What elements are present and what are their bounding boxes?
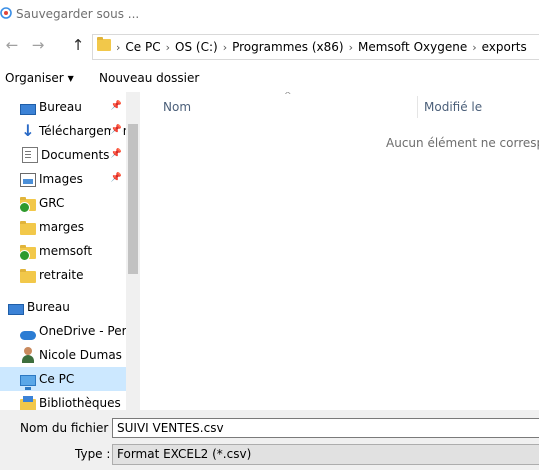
sidebar-item-label: GRC: [39, 196, 65, 210]
organize-button[interactable]: Organiser ▼: [5, 71, 74, 85]
this-pc-icon: [20, 374, 36, 390]
desktop-icon: [8, 303, 24, 315]
breadcrumb-item[interactable]: Ce PC: [121, 40, 164, 54]
folder-icon: [20, 221, 36, 235]
folder-icon: [20, 269, 36, 283]
pin-icon: 📌: [110, 125, 122, 135]
sidebar-item-label: Ce PC: [39, 372, 75, 386]
sidebar-item-grc[interactable]: GRC: [0, 191, 126, 215]
sidebar-item-label: Documents: [41, 148, 110, 162]
save-panel: Nom du fichier : Type : Format EXCEL2 (*…: [0, 410, 539, 470]
column-header-modified[interactable]: Modifié le: [424, 100, 482, 114]
breadcrumb-item[interactable]: OS (C:): [171, 40, 222, 54]
download-icon: ↓: [21, 121, 35, 140]
new-folder-button[interactable]: Nouveau dossier: [99, 71, 199, 85]
breadcrumb: › Ce PC › OS (C:) › Programmes (x86) › M…: [115, 35, 531, 59]
navigation-scrollbar-thumb[interactable]: [128, 124, 138, 274]
folder-icon: [97, 37, 111, 51]
forward-arrow-icon[interactable]: →: [30, 37, 46, 53]
sidebar-item-ce-pc[interactable]: Ce PC: [0, 367, 126, 391]
sidebar-item-telechargements[interactable]: ↓ Téléchargements 📌: [0, 119, 126, 143]
images-icon: [20, 173, 36, 187]
folder-synced-icon: [19, 197, 36, 213]
breadcrumb-item[interactable]: Programmes (x86): [228, 40, 348, 54]
sidebar-item-label: OneDrive - Personnel: [39, 324, 126, 338]
title-bar: Sauvegarder sous ...: [0, 0, 539, 30]
filename-input[interactable]: [112, 418, 539, 438]
pin-icon: 📌: [110, 149, 122, 159]
save-dialog-icon: [0, 7, 12, 19]
sidebar-item-onedrive[interactable]: OneDrive - Personnel: [0, 319, 126, 343]
sidebar-item-memsoft[interactable]: memsoft: [0, 239, 126, 263]
filetype-select[interactable]: Format EXCEL2 (*.csv): [112, 444, 539, 465]
pin-icon: 📌: [110, 173, 122, 183]
filetype-label: Type :: [75, 447, 111, 461]
file-list-pane[interactable]: ^ Nom Modifié le Aucun élément ne corres…: [141, 92, 539, 410]
organize-label: Organiser: [5, 71, 64, 85]
breadcrumb-item[interactable]: exports: [478, 40, 531, 54]
filename-label: Nom du fichier :: [20, 421, 117, 435]
chevron-down-icon: ▼: [67, 74, 74, 83]
empty-folder-message: Aucun élément ne correspond à votre rech…: [386, 136, 539, 150]
sidebar-item-documents[interactable]: Documents 📌: [0, 143, 126, 167]
sidebar-item-label: memsoft: [39, 244, 93, 258]
navigation-pane: Bureau 📌 ↓ Téléchargements 📌 Documents 📌…: [0, 92, 140, 410]
onedrive-cloud-icon: [20, 330, 36, 340]
desktop-icon: [20, 103, 36, 115]
sidebar-item-retraite[interactable]: retraite: [0, 263, 126, 287]
sidebar-item-images[interactable]: Images 📌: [0, 167, 126, 191]
sidebar-item-label: Bureau: [27, 300, 70, 314]
documents-icon: [22, 147, 38, 163]
command-bar: Organiser ▼ Nouveau dossier: [0, 62, 539, 92]
folder-synced-icon: [19, 245, 36, 261]
sidebar-item-label: Bureau: [39, 100, 82, 114]
column-header-name[interactable]: Nom: [163, 100, 191, 114]
sidebar-item-label: retraite: [39, 268, 84, 282]
sidebar-item-label: Images: [39, 172, 83, 186]
column-header-row: ^ Nom Modifié le: [141, 92, 539, 122]
address-bar[interactable]: › Ce PC › OS (C:) › Programmes (x86) › M…: [92, 34, 539, 60]
sidebar-item-label: Bibliothèques: [39, 396, 121, 410]
address-row: ← → ↑ › Ce PC › OS (C:) › Programmes (x8…: [0, 30, 539, 62]
column-divider[interactable]: [417, 96, 418, 118]
sidebar-item-label: Nicole Dumas: [39, 348, 122, 362]
sidebar-item-bibliotheques[interactable]: Bibliothèques: [0, 391, 126, 410]
breadcrumb-item[interactable]: Memsoft Oxygene: [354, 40, 471, 54]
sidebar-item-bureau-root[interactable]: Bureau: [0, 295, 126, 319]
sidebar-item-label: marges: [39, 220, 85, 234]
libraries-icon: [20, 396, 36, 410]
sidebar-item-nicole-dumas[interactable]: Nicole Dumas: [0, 343, 126, 367]
up-arrow-icon[interactable]: ↑: [70, 37, 86, 53]
back-arrow-icon[interactable]: ←: [4, 37, 20, 53]
sidebar-item-bureau[interactable]: Bureau 📌: [0, 95, 126, 119]
user-icon: [20, 347, 36, 363]
window-title: Sauvegarder sous ...: [16, 7, 140, 21]
sidebar-item-marges[interactable]: marges: [0, 215, 126, 239]
sort-ascending-icon: ^: [284, 92, 292, 101]
pin-icon: 📌: [110, 101, 122, 111]
